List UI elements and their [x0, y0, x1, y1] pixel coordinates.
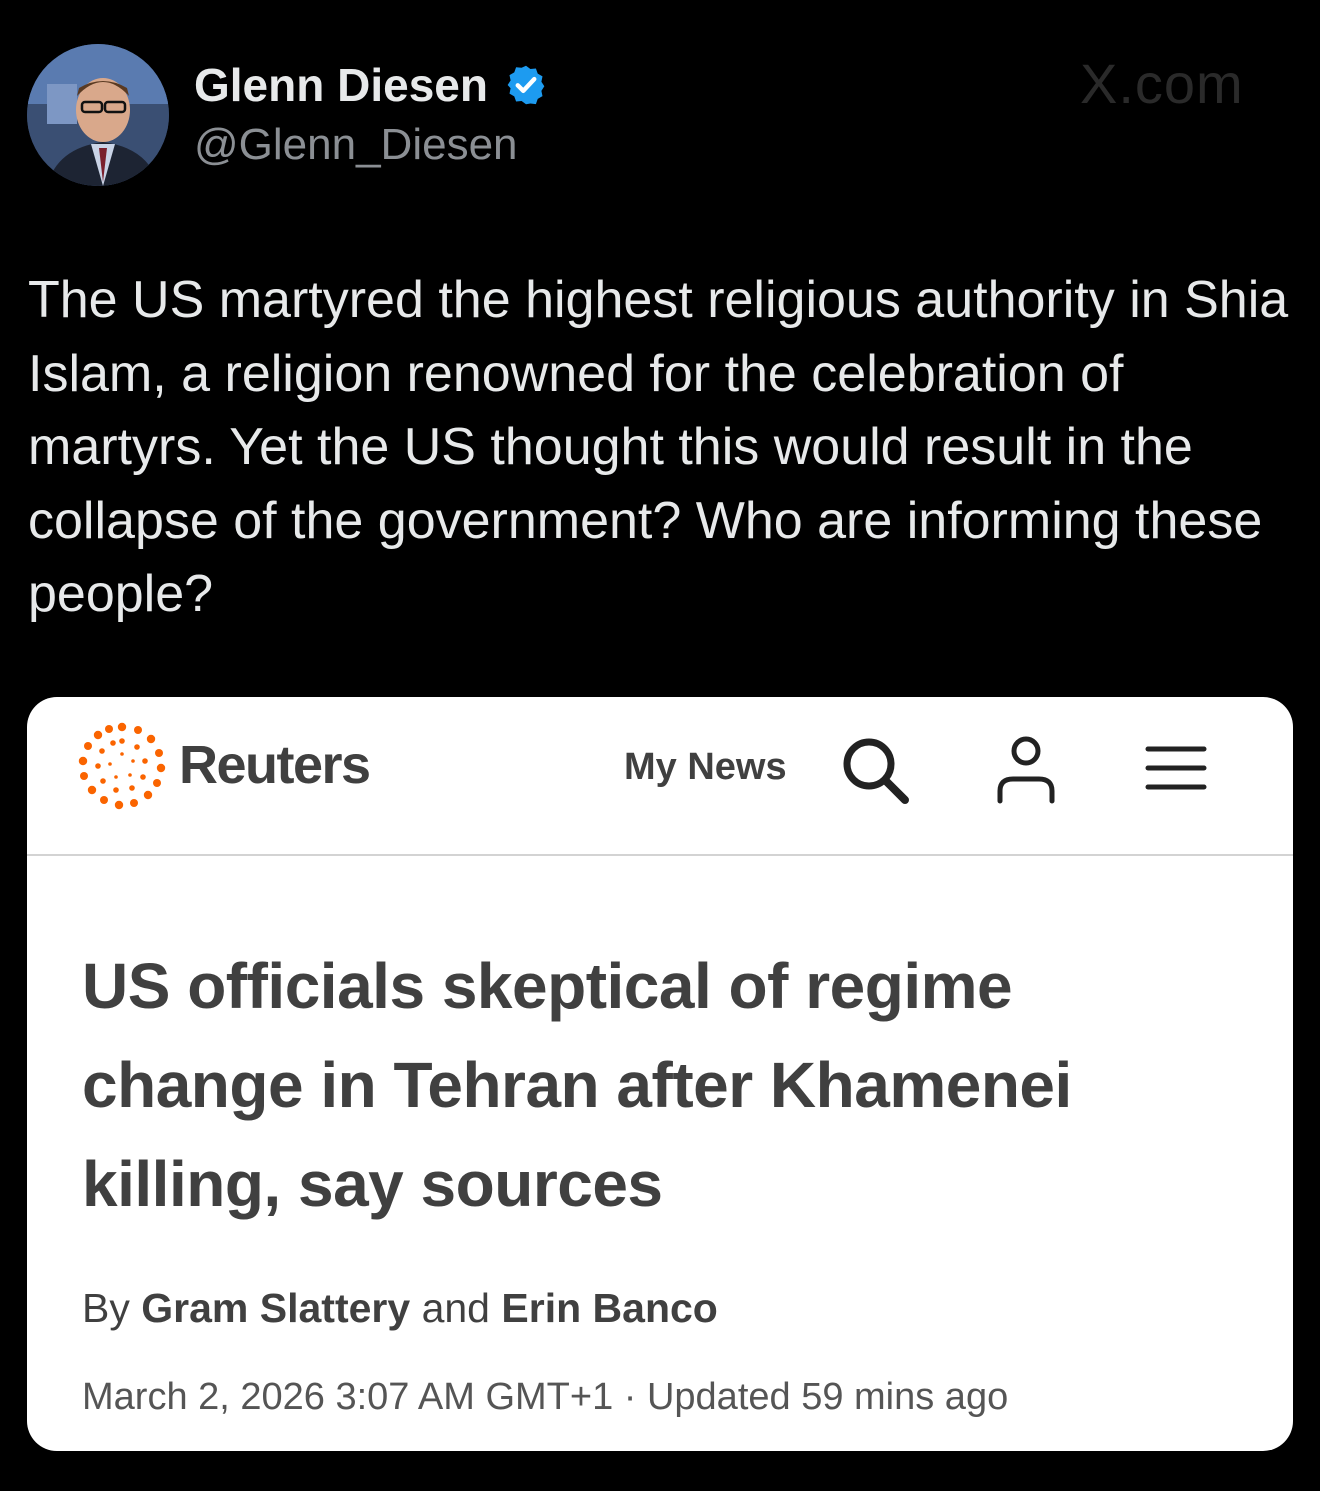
menu-icon[interactable]: [1144, 743, 1208, 793]
search-icon[interactable]: [839, 734, 911, 806]
my-news-link[interactable]: My News: [624, 745, 787, 789]
article-card[interactable]: Reuters My News US officials skeptical o…: [27, 697, 1293, 1451]
reuters-logo-icon: [78, 722, 166, 810]
tweet-text: The US martyred the highest religious au…: [28, 271, 1289, 623]
byline: By Gram Slattery and Erin Banco: [82, 1283, 718, 1333]
article-headline[interactable]: US officials skeptical of regime change …: [82, 937, 1242, 1234]
card-header: Reuters My News: [27, 697, 1293, 856]
verified-badge-icon: [508, 65, 545, 105]
handle[interactable]: @Glenn_Diesen: [194, 118, 518, 172]
byline-prefix: By: [82, 1285, 130, 1331]
author-link-2[interactable]: Erin Banco: [501, 1285, 717, 1331]
author-name-row[interactable]: Glenn Diesen: [194, 58, 548, 112]
reuters-wordmark[interactable]: Reuters: [179, 735, 371, 795]
avatar-image: [27, 44, 169, 186]
display-name[interactable]: Glenn Diesen: [194, 58, 488, 112]
avatar[interactable]: [27, 44, 169, 186]
watermark: X.com: [1080, 52, 1244, 115]
user-icon[interactable]: [995, 735, 1057, 805]
author-link-1[interactable]: Gram Slattery: [141, 1285, 410, 1331]
byline-and: and: [421, 1285, 490, 1331]
dateline: March 2, 2026 3:07 AM GMT+1 · Updated 59…: [82, 1376, 1009, 1418]
